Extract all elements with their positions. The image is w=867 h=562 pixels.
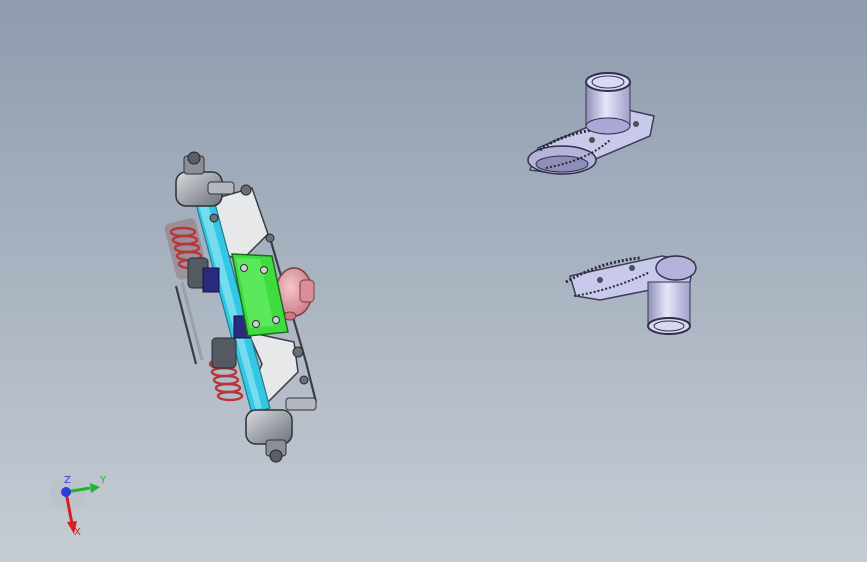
z-axis-dot <box>61 487 71 497</box>
x-axis-label: X <box>74 527 81 538</box>
z-axis-label: Z <box>64 475 71 486</box>
orientation-triad[interactable] <box>48 470 118 545</box>
viewport-background <box>0 0 867 562</box>
y-axis-head <box>90 483 100 493</box>
model-canvas[interactable] <box>0 0 867 562</box>
mount-block-upper <box>202 267 220 293</box>
y-axis-label: Y <box>100 475 107 486</box>
cad-viewport[interactable]: X Y Z <box>0 0 867 562</box>
